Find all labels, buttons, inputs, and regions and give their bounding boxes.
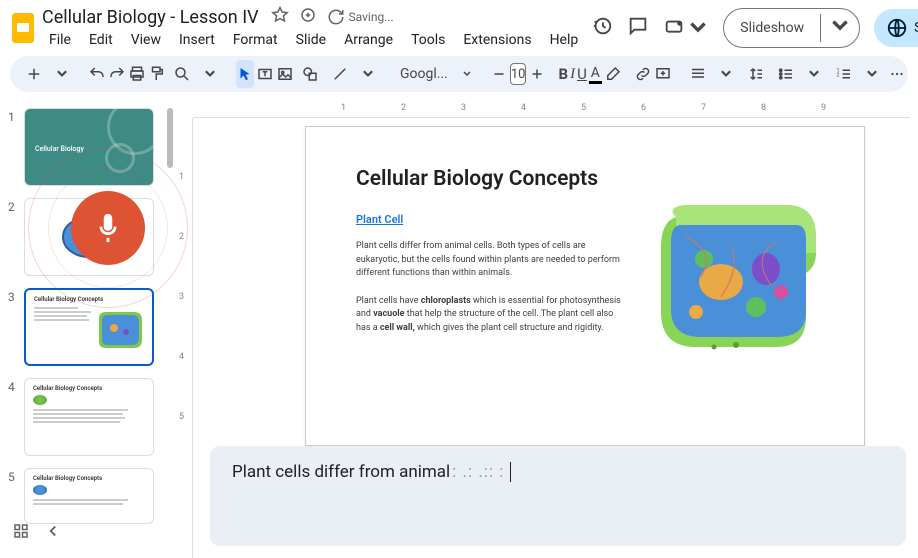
select-tool[interactable]	[236, 60, 254, 88]
slideshow-button[interactable]: Slideshow	[723, 8, 860, 48]
add-comment-button[interactable]	[654, 60, 672, 88]
title-area: Cellular Biology - Lesson IV Saving... F…	[42, 6, 585, 50]
menu-file[interactable]: File	[42, 30, 78, 50]
share-button[interactable]: Sha	[874, 9, 918, 47]
header-actions: Slideshow Sha	[591, 8, 918, 48]
menu-insert[interactable]: Insert	[172, 30, 222, 50]
font-size-input[interactable]: 10	[510, 63, 527, 85]
bullet-dropdown[interactable]	[800, 60, 828, 88]
bullet-list-button[interactable]	[772, 60, 800, 88]
redo-button[interactable]	[108, 60, 126, 88]
text-color-button[interactable]: A	[589, 60, 602, 88]
zoom-dropdown[interactable]	[196, 60, 224, 88]
star-icon[interactable]	[271, 6, 289, 28]
collapse-filmstrip-button[interactable]	[44, 522, 62, 544]
bottom-view-controls	[12, 522, 62, 544]
slide-thumb-4[interactable]: 4 Cellular Biology Concepts	[8, 378, 171, 456]
link-button[interactable]	[634, 60, 652, 88]
font-family-select[interactable]: Googl...	[394, 66, 478, 82]
more-tools-button[interactable]	[888, 60, 906, 88]
textbox-tool[interactable]	[256, 60, 274, 88]
menu-tools[interactable]: Tools	[404, 30, 452, 50]
slides-logo[interactable]	[10, 11, 36, 45]
slideshow-dropdown[interactable]	[821, 9, 859, 47]
slide-title[interactable]: Cellular Biology Concepts	[356, 167, 814, 191]
align-button[interactable]	[684, 60, 712, 88]
italic-button[interactable]: I	[570, 60, 575, 88]
zoom-button[interactable]	[168, 60, 196, 88]
slide-paragraph-2[interactable]: Plant cells have chloroplasts which is e…	[356, 295, 626, 336]
menu-arrange[interactable]: Arrange	[337, 30, 400, 50]
slide-thumb-3[interactable]: 3 Cellular Biology Concepts	[8, 288, 171, 366]
menu-view[interactable]: View	[124, 30, 168, 50]
filmstrip-scrollbar[interactable]	[167, 108, 173, 168]
save-status: Saving...	[327, 6, 394, 28]
menu-format[interactable]: Format	[226, 30, 285, 50]
voice-caption-bar: Plant cells differ from animal: .: .:: :	[210, 446, 906, 546]
line-dropdown[interactable]	[354, 60, 382, 88]
toolbar: Googl... 10 B I U A 12	[10, 56, 908, 92]
document-title[interactable]: Cellular Biology - Lesson IV	[42, 7, 259, 28]
menu-help[interactable]: Help	[543, 30, 586, 50]
slide-thumb-1[interactable]: 1 Cellular Biology	[8, 108, 171, 186]
history-icon[interactable]	[591, 15, 613, 41]
caption-text: Plant cells differ from animal: .: .:: :	[232, 462, 884, 482]
paint-format-button[interactable]	[148, 60, 166, 88]
header-bar: Cellular Biology - Lesson IV Saving... F…	[0, 0, 918, 56]
line-tool[interactable]	[326, 60, 354, 88]
menubar: File Edit View Insert Format Slide Arran…	[42, 30, 585, 50]
present-dropdown-icon[interactable]	[663, 17, 709, 39]
new-slide-button[interactable]	[20, 60, 48, 88]
line-spacing-button[interactable]	[742, 60, 770, 88]
menu-slide[interactable]: Slide	[289, 30, 333, 50]
menu-edit[interactable]: Edit	[82, 30, 120, 50]
underline-button[interactable]: U	[577, 60, 587, 88]
slide-thumb-5[interactable]: 5 Cellular Biology Concepts	[8, 468, 171, 524]
comment-icon[interactable]	[627, 15, 649, 41]
voice-typing-button[interactable]	[71, 191, 145, 265]
align-dropdown[interactable]	[712, 60, 740, 88]
vertical-ruler: 1 2 3 4 5	[175, 118, 193, 558]
numbered-list-button[interactable]: 12	[830, 60, 858, 88]
filmstrip: 1 Cellular Biology 2 3 Cellular Biology …	[0, 100, 175, 558]
print-button[interactable]	[128, 60, 146, 88]
plant-cell-illustration[interactable]	[646, 197, 826, 357]
highlight-button[interactable]	[604, 60, 622, 88]
slide-paragraph-1[interactable]: Plant cells differ from animal cells. Bo…	[356, 240, 626, 281]
font-size-decrease[interactable]	[490, 60, 508, 88]
grid-view-button[interactable]	[12, 522, 30, 544]
horizontal-ruler: 1 2 3 4 5 6 7 8 9	[193, 100, 910, 118]
font-size-increase[interactable]	[528, 60, 546, 88]
undo-button[interactable]	[88, 60, 106, 88]
numbered-dropdown[interactable]	[858, 60, 886, 88]
image-tool[interactable]	[276, 60, 294, 88]
shape-tool[interactable]	[296, 60, 324, 88]
new-slide-dropdown[interactable]	[48, 60, 76, 88]
slide-canvas[interactable]: Cellular Biology Concepts Plant Cell Pla…	[305, 126, 865, 446]
move-to-folder-icon[interactable]	[299, 6, 317, 28]
menu-extensions[interactable]: Extensions	[456, 30, 538, 50]
bold-button[interactable]: B	[558, 60, 568, 88]
svg-text:2: 2	[836, 72, 839, 78]
